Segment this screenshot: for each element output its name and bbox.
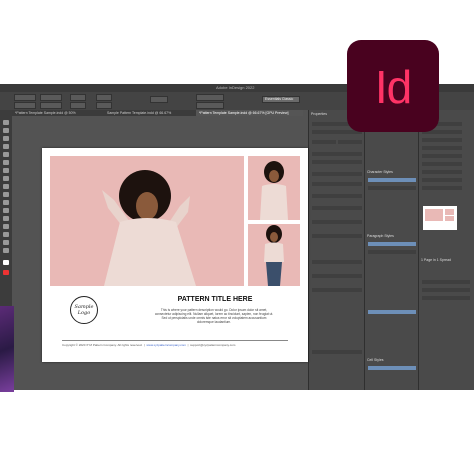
character-style-item[interactable] bbox=[368, 186, 416, 190]
scale-y-field[interactable] bbox=[70, 102, 86, 109]
model-photo bbox=[102, 170, 196, 286]
dock-item[interactable] bbox=[422, 178, 462, 182]
properties-row[interactable] bbox=[312, 220, 362, 224]
properties-row[interactable] bbox=[312, 260, 362, 264]
page-thumbnail[interactable] bbox=[423, 206, 457, 230]
direct-selection-tool-icon[interactable] bbox=[3, 128, 9, 133]
thumbnail-photo bbox=[445, 216, 454, 221]
character-styles-title: Character Styles bbox=[367, 170, 393, 174]
side-photo-frame-bottom[interactable] bbox=[248, 224, 300, 286]
pattern-description: This is where your pattern description w… bbox=[154, 308, 274, 324]
zoom-tool-icon[interactable] bbox=[3, 248, 9, 253]
properties-row[interactable] bbox=[312, 206, 362, 210]
fill-stroke-icon[interactable] bbox=[3, 260, 9, 265]
tab-document-3[interactable]: *Pattern Template Sample.indd @ 66.67% [… bbox=[196, 110, 303, 116]
pattern-title: PATTERN TITLE HERE bbox=[177, 296, 253, 303]
scale-x-field[interactable] bbox=[70, 94, 86, 101]
indesign-logo-text: Id bbox=[374, 61, 412, 113]
footer-email: support@xyzpatterncompany.com bbox=[190, 343, 236, 347]
dock-item[interactable] bbox=[422, 138, 462, 142]
rectangle-tool-icon[interactable] bbox=[3, 192, 9, 197]
properties-row[interactable] bbox=[338, 140, 362, 144]
footer-copyright: Copyright © 2020 XYZ Pattern Company. Al… bbox=[62, 343, 143, 347]
indesign-app-icon: Id bbox=[347, 40, 439, 132]
stroke-weight-field[interactable] bbox=[196, 94, 224, 101]
desktop-wallpaper-fragment bbox=[0, 306, 14, 392]
thumbnail-photo bbox=[445, 209, 454, 215]
pencil-tool-icon[interactable] bbox=[3, 176, 9, 181]
hand-tool-icon[interactable] bbox=[3, 240, 9, 245]
type-tool-icon[interactable] bbox=[3, 152, 9, 157]
scissors-tool-icon[interactable] bbox=[3, 200, 9, 205]
paragraph-styles-title: Paragraph Styles bbox=[367, 234, 394, 238]
properties-panel: Properties bbox=[308, 110, 365, 390]
rectangle-frame-tool-icon[interactable] bbox=[3, 184, 9, 189]
dock-item[interactable] bbox=[422, 186, 462, 190]
cell-style-item[interactable] bbox=[368, 366, 416, 370]
height-field[interactable] bbox=[40, 102, 62, 109]
properties-panel-title: Properties bbox=[311, 112, 327, 116]
sample-logo: Sample Logo bbox=[70, 296, 98, 324]
properties-row[interactable] bbox=[312, 172, 362, 176]
dock-item[interactable] bbox=[422, 154, 462, 158]
properties-row[interactable] bbox=[312, 234, 362, 238]
logo-text: Sample Logo bbox=[74, 304, 94, 316]
properties-row[interactable] bbox=[312, 182, 362, 186]
model-photo bbox=[264, 225, 284, 286]
cell-styles-title: Cell Styles bbox=[367, 358, 384, 362]
eyedropper-tool-icon[interactable] bbox=[3, 232, 9, 237]
note-tool-icon[interactable] bbox=[3, 224, 9, 229]
page-footer: Copyright © 2020 XYZ Pattern Company. Al… bbox=[62, 340, 288, 347]
thumbnail-photo bbox=[425, 209, 443, 221]
workspace-switcher[interactable]: Essentials Classic bbox=[262, 96, 300, 103]
preview-mode-icon[interactable] bbox=[3, 270, 9, 275]
selection-tool-icon[interactable] bbox=[3, 120, 9, 125]
properties-row[interactable] bbox=[312, 288, 362, 292]
tab-document-2[interactable]: Sample Pattern Template.indd @ 66.67% bbox=[104, 110, 197, 116]
tab-document-1[interactable]: *Pattern Template Sample.indd @ 50% bbox=[12, 110, 105, 116]
dock-item[interactable] bbox=[422, 296, 470, 300]
main-photo-frame[interactable] bbox=[50, 156, 244, 286]
page-count: 1 Page in 1 Spread bbox=[421, 258, 451, 262]
dock-item[interactable] bbox=[422, 288, 470, 292]
side-photo-frame-top[interactable] bbox=[248, 156, 300, 220]
x-field[interactable] bbox=[14, 94, 36, 101]
properties-row[interactable] bbox=[312, 274, 362, 278]
window-title: Adobe InDesign 2022 bbox=[216, 85, 255, 90]
opacity-field[interactable] bbox=[196, 102, 224, 109]
rotate-field[interactable] bbox=[96, 94, 112, 101]
paragraph-style-item[interactable] bbox=[368, 250, 416, 254]
gradient-tool-icon[interactable] bbox=[3, 216, 9, 221]
y-field[interactable] bbox=[14, 102, 36, 109]
dock-item[interactable] bbox=[422, 146, 462, 150]
dock-item[interactable] bbox=[422, 170, 462, 174]
properties-row[interactable] bbox=[312, 152, 362, 156]
page-tool-icon[interactable] bbox=[3, 136, 9, 141]
properties-row[interactable] bbox=[312, 194, 362, 198]
dock-item[interactable] bbox=[422, 162, 462, 166]
pen-tool-icon[interactable] bbox=[3, 168, 9, 173]
document-tabs: *Pattern Template Sample.indd @ 50% Samp… bbox=[0, 110, 303, 116]
line-tool-icon[interactable] bbox=[3, 160, 9, 165]
object-style-item[interactable] bbox=[368, 310, 416, 314]
right-dock: 1 Page in 1 Spread bbox=[418, 110, 474, 390]
model-photo bbox=[260, 161, 288, 220]
gap-tool-icon[interactable] bbox=[3, 144, 9, 149]
properties-row[interactable] bbox=[312, 160, 362, 164]
shear-field[interactable] bbox=[96, 102, 112, 109]
character-style-item[interactable] bbox=[368, 178, 416, 182]
footer-website-link[interactable]: www.xyzpatterncompany.com bbox=[146, 343, 185, 347]
properties-row[interactable] bbox=[312, 350, 362, 354]
styles-panel-column: Character Styles Paragraph Styles Cell S… bbox=[364, 110, 419, 390]
width-field[interactable] bbox=[40, 94, 62, 101]
dock-item[interactable] bbox=[422, 280, 470, 284]
properties-row[interactable] bbox=[312, 140, 336, 144]
fill-swatch[interactable] bbox=[150, 96, 168, 103]
paragraph-style-item[interactable] bbox=[368, 242, 416, 246]
free-transform-tool-icon[interactable] bbox=[3, 208, 9, 213]
document-page[interactable]: Sample Logo PATTERN TITLE HERE This is w… bbox=[42, 148, 308, 362]
